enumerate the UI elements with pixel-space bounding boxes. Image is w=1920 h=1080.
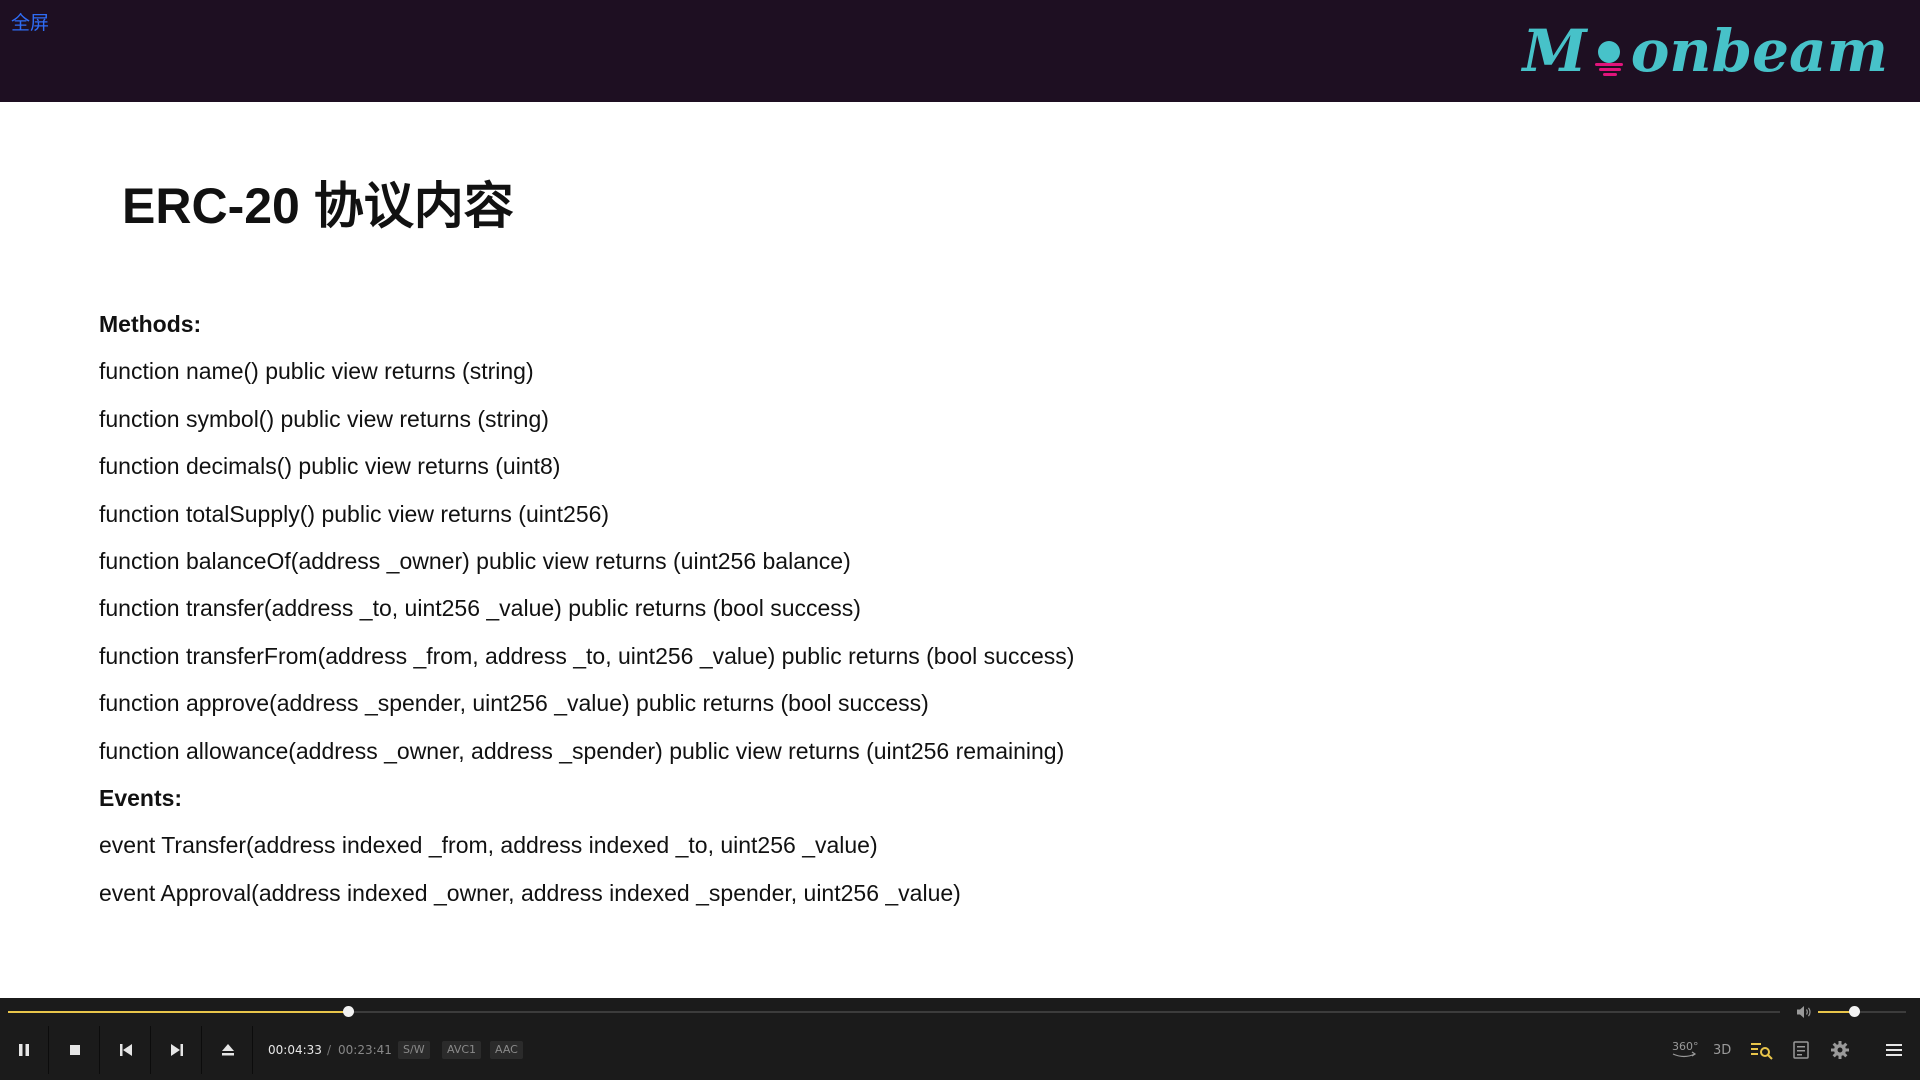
360-icon: 360° <box>1672 1040 1698 1058</box>
logo-text-left: M <box>1522 17 1587 85</box>
svg-text:360°: 360° <box>1672 1040 1698 1053</box>
slide-title: ERC-20 协议内容 <box>122 178 514 234</box>
seek-bar-fill <box>8 1011 349 1013</box>
previous-icon <box>120 1044 132 1056</box>
stop-button[interactable] <box>51 1026 100 1074</box>
control-buttons: 00:04:33 / 00:23:41 S/W AVC1 AAC 360° 3D <box>0 1026 1920 1080</box>
moonbeam-logo: M onbeam <box>1523 18 1888 84</box>
badge-sw[interactable]: S/W <box>398 1041 430 1059</box>
moon-icon <box>1589 36 1629 76</box>
vr-360-button[interactable]: 360° <box>1670 1038 1698 1062</box>
volume-handle[interactable] <box>1848 1006 1860 1017</box>
subtitle-button[interactable] <box>1787 1038 1815 1062</box>
next-button[interactable] <box>153 1026 202 1074</box>
playlist-search-button[interactable] <box>1748 1038 1776 1062</box>
code-line: function transfer(address _to, uint256 _… <box>99 595 861 622</box>
stop-icon <box>70 1045 80 1055</box>
section-heading: Methods: <box>99 311 202 337</box>
seek-handle[interactable] <box>343 1006 355 1017</box>
eject-button[interactable] <box>204 1026 253 1074</box>
3d-icon: 3D <box>1713 1043 1731 1058</box>
current-time: 00:04:33 <box>268 1043 322 1057</box>
section-heading: Events: <box>99 784 183 811</box>
volume-slider[interactable] <box>1818 1006 1906 1017</box>
badge-audio-codec[interactable]: AAC <box>490 1041 523 1059</box>
seek-bar[interactable] <box>8 1006 1780 1017</box>
fullscreen-label[interactable]: 全屏 <box>11 12 49 34</box>
code-line: function symbol() public view returns (s… <box>99 405 549 432</box>
code-line: function totalSupply() public view retur… <box>99 500 610 527</box>
code-line: function decimals() public view returns … <box>99 453 561 480</box>
video-player-window: 全屏 M onbeam ERC-20 协议内容 Methods: function… <box>0 0 1920 1080</box>
subtitle-icon <box>1793 1041 1809 1059</box>
code-line: event Transfer(address indexed _from, ad… <box>99 832 878 859</box>
playlist-search-icon <box>1751 1043 1773 1060</box>
code-line: function balanceOf(address _owner) publi… <box>99 547 851 574</box>
code-line: function transferFrom(address _from, add… <box>99 642 1075 669</box>
total-time: 00:23:41 <box>338 1043 392 1057</box>
slide-header: 全屏 M onbeam <box>0 0 1920 102</box>
previous-button[interactable] <box>102 1026 151 1074</box>
settings-button[interactable] <box>1826 1038 1854 1062</box>
volume-icon[interactable] <box>1795 1003 1813 1021</box>
code-line: function allowance(address _owner, addre… <box>99 737 1065 764</box>
svg-text:3D: 3D <box>1713 1043 1731 1058</box>
time-separator: / <box>327 1043 332 1057</box>
settings-icon <box>1831 1041 1849 1059</box>
slide-body: ERC-20 协议内容 Methods: function name() publ… <box>0 102 1920 998</box>
eject-icon <box>222 1044 234 1056</box>
pause-icon <box>19 1044 29 1056</box>
menu-button[interactable] <box>1880 1038 1908 1062</box>
pause-button[interactable] <box>0 1026 49 1074</box>
badge-video-codec[interactable]: AVC1 <box>442 1041 482 1059</box>
menu-icon <box>1886 1044 1902 1056</box>
code-line: event Approval(address indexed _owner, a… <box>99 879 961 906</box>
slide-content: Methods: function name() public view retu… <box>99 310 1499 926</box>
next-icon <box>171 1044 183 1056</box>
logo-text-right: onbeam <box>1630 17 1888 85</box>
code-line: function approve(address _spender, uint2… <box>99 690 929 717</box>
player-controls: 00:04:33 / 00:23:41 S/W AVC1 AAC 360° 3D <box>0 998 1920 1080</box>
code-line: function name() public view returns (str… <box>99 358 534 385</box>
stereo-3d-button[interactable]: 3D <box>1709 1038 1737 1062</box>
